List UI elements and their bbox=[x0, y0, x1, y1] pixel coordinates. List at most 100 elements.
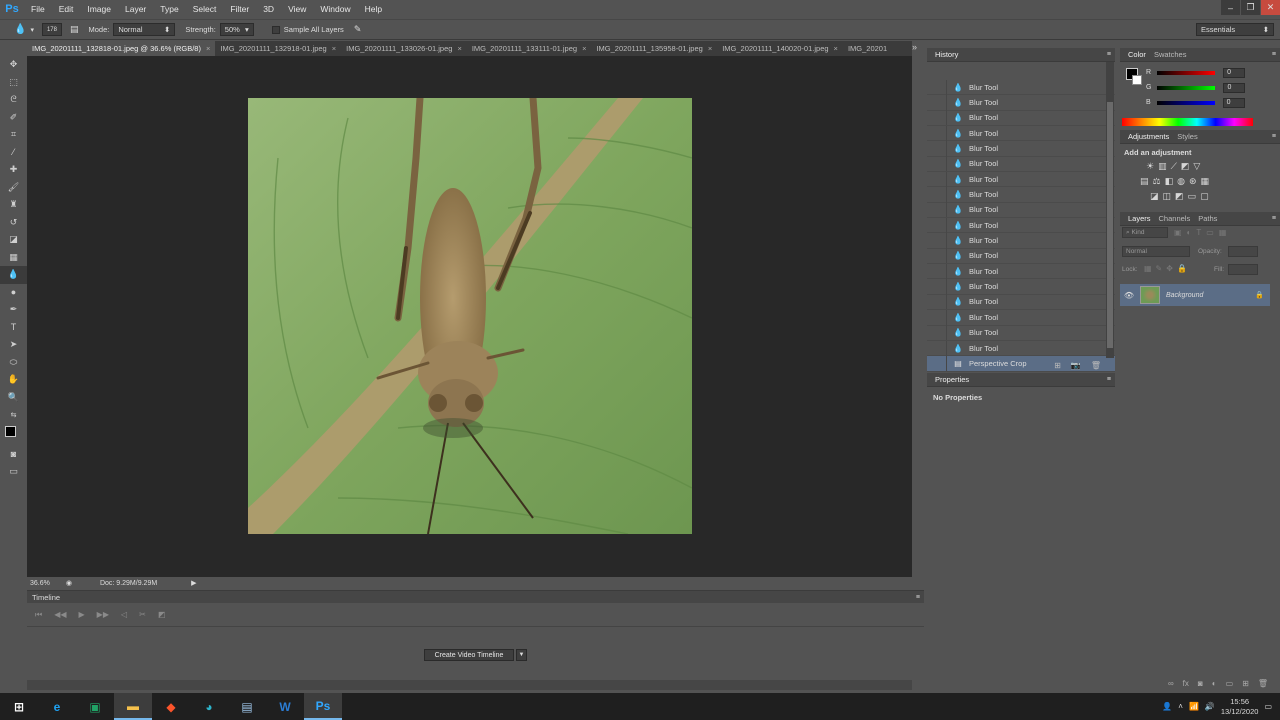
crop-tool-icon[interactable]: ⌗ bbox=[0, 126, 27, 144]
tab-color[interactable]: Color bbox=[1124, 50, 1150, 59]
menu-layer[interactable]: Layer bbox=[118, 0, 153, 18]
history-item[interactable]: 💧 Blur Tool bbox=[927, 309, 1115, 326]
layer-row-background[interactable]: 👁 Background 🔒 bbox=[1120, 284, 1270, 306]
notifications-icon[interactable]: ▭ bbox=[1264, 702, 1272, 711]
green-slider[interactable] bbox=[1157, 85, 1216, 90]
menu-type[interactable]: Type bbox=[153, 0, 185, 18]
history-item[interactable]: 💧 Blur Tool bbox=[927, 156, 1115, 173]
pressure-pen-icon[interactable]: ✎ bbox=[354, 24, 362, 35]
blue-value[interactable]: 0 bbox=[1222, 97, 1245, 108]
posterize-icon[interactable]: ◫ bbox=[1163, 191, 1172, 202]
internet-explorer-icon[interactable]: e bbox=[38, 693, 76, 720]
timeline-title[interactable]: Timeline bbox=[32, 593, 60, 602]
eraser-tool-icon[interactable]: ◪ bbox=[0, 231, 27, 249]
brave-browser-icon[interactable]: ◆ bbox=[152, 693, 190, 720]
swap-colors-icon[interactable]: ⇆ bbox=[0, 406, 27, 424]
tab-document-6[interactable]: IMG_20201111_140020-01.jpeg × bbox=[717, 41, 843, 56]
history-item[interactable]: 💧 Blur Tool bbox=[927, 294, 1115, 311]
panel-menu-icon[interactable]: ≡ bbox=[1272, 51, 1276, 58]
blend-mode-select[interactable]: Normal bbox=[1122, 246, 1190, 257]
history-brush-source[interactable] bbox=[927, 110, 947, 126]
blue-slider[interactable] bbox=[1156, 100, 1215, 105]
selective-color-icon[interactable]: ▢ bbox=[1200, 191, 1209, 202]
tab-adjustments[interactable]: Adjustments bbox=[1124, 132, 1173, 141]
history-brush-source[interactable] bbox=[927, 340, 947, 356]
document-app-icon[interactable]: ▤ bbox=[228, 693, 266, 720]
history-brush-source[interactable] bbox=[927, 279, 947, 295]
tab-document-4[interactable]: IMG_20201111_133111-01.jpeg × bbox=[467, 41, 592, 56]
network-icon[interactable]: 📶 bbox=[1189, 702, 1199, 711]
link-icon[interactable]: ∞ bbox=[1168, 679, 1174, 688]
zoom-tool-icon[interactable]: 🔍 bbox=[0, 389, 27, 407]
healing-brush-icon[interactable]: ✚ bbox=[0, 161, 27, 179]
panel-menu-icon[interactable]: ≡ bbox=[1107, 376, 1111, 383]
history-brush-source[interactable] bbox=[927, 263, 947, 279]
audio-icon[interactable]: ◁ bbox=[121, 610, 127, 619]
history-brush-source[interactable] bbox=[927, 187, 947, 203]
background-color[interactable] bbox=[1132, 75, 1142, 85]
path-select-icon[interactable]: ➤ bbox=[0, 336, 27, 354]
create-video-timeline-button[interactable]: Create Video Timeline bbox=[424, 649, 514, 661]
history-brush-source[interactable] bbox=[927, 156, 947, 172]
clock[interactable]: 15:56 13/12/2020 bbox=[1221, 697, 1259, 717]
black-white-icon[interactable]: ◧ bbox=[1165, 176, 1174, 187]
history-brush-source[interactable] bbox=[927, 217, 947, 233]
prev-frame-icon[interactable]: ◀◀ bbox=[54, 610, 66, 619]
quick-select-tool-icon[interactable]: ✐ bbox=[0, 109, 27, 127]
lasso-tool-icon[interactable]: ᘓ bbox=[0, 91, 27, 109]
curves-icon[interactable]: ⟋ bbox=[1171, 161, 1177, 172]
tab-history[interactable]: History bbox=[931, 50, 962, 59]
quick-mask-icon[interactable]: ◙ bbox=[0, 446, 27, 464]
menu-edit[interactable]: Edit bbox=[52, 0, 81, 18]
menu-3d[interactable]: 3D bbox=[256, 0, 281, 18]
menu-select[interactable]: Select bbox=[186, 0, 224, 18]
history-item[interactable]: 💧 Blur Tool bbox=[927, 95, 1115, 111]
close-icon[interactable]: × bbox=[582, 41, 586, 56]
history-brush-source[interactable] bbox=[927, 79, 947, 95]
photo-filter-icon[interactable]: ◍ bbox=[1177, 176, 1185, 187]
close-icon[interactable]: × bbox=[457, 41, 461, 56]
lock-icons[interactable]: ▦✎✥🔒 bbox=[1144, 264, 1191, 273]
dodge-tool-icon[interactable]: ● bbox=[0, 284, 27, 302]
document-image[interactable] bbox=[248, 98, 692, 534]
history-brush-icon[interactable]: ↺ bbox=[0, 214, 27, 232]
scrollbar-thumb[interactable] bbox=[1107, 102, 1113, 348]
menu-image[interactable]: Image bbox=[80, 0, 118, 18]
history-item[interactable]: 💧 Blur Tool bbox=[927, 125, 1115, 142]
history-brush-source[interactable] bbox=[927, 248, 947, 264]
color-lookup-icon[interactable]: ▦ bbox=[1201, 176, 1210, 187]
history-item[interactable]: 💧 Blur Tool bbox=[927, 171, 1115, 188]
history-brush-source[interactable] bbox=[927, 233, 947, 249]
brush-tool-icon[interactable]: 🖌 bbox=[0, 179, 27, 197]
hue-saturation-icon[interactable]: ▤ bbox=[1140, 176, 1149, 187]
brush-panel-icon[interactable]: ▤ bbox=[70, 24, 79, 35]
fill-input[interactable] bbox=[1228, 264, 1258, 275]
close-icon[interactable]: × bbox=[206, 41, 210, 56]
vibrance-icon[interactable]: ▽ bbox=[1193, 161, 1200, 172]
windows-start-icon[interactable]: ⊞ bbox=[0, 693, 38, 720]
panel-menu-icon[interactable]: ≡ bbox=[916, 594, 920, 601]
folder-icon[interactable]: ▭ bbox=[1226, 679, 1234, 688]
blur-tool-icon[interactable]: 💧 bbox=[14, 24, 26, 35]
word-icon[interactable]: W bbox=[266, 693, 304, 720]
tool-preset-chevron-icon[interactable]: ▾ bbox=[30, 26, 34, 34]
tab-styles[interactable]: Styles bbox=[1173, 132, 1201, 141]
opacity-input[interactable] bbox=[1228, 246, 1258, 257]
panel-menu-icon[interactable]: ≡ bbox=[1272, 215, 1276, 222]
history-item[interactable]: 💧 Blur Tool bbox=[927, 325, 1115, 341]
adjustment-layer-icon[interactable]: ◐ bbox=[1212, 679, 1217, 688]
history-brush-source[interactable] bbox=[927, 171, 947, 187]
play-icon[interactable]: ▶ bbox=[79, 610, 85, 619]
mask-icon[interactable]: ◙ bbox=[1198, 679, 1203, 688]
tab-document-2[interactable]: IMG_20201111_132918-01.jpeg × bbox=[215, 41, 341, 56]
zoom-level[interactable]: 36.6% bbox=[30, 580, 50, 587]
history-brush-source[interactable] bbox=[927, 95, 947, 111]
brightness-icon[interactable]: ☀ bbox=[1146, 161, 1154, 172]
foreground-color[interactable] bbox=[5, 425, 16, 437]
layer-name[interactable]: Background bbox=[1166, 292, 1203, 299]
history-item[interactable]: 💧 Blur Tool bbox=[927, 187, 1115, 203]
invert-icon[interactable]: ◪ bbox=[1150, 191, 1159, 202]
chevron-down-icon[interactable]: ▼ bbox=[516, 649, 527, 661]
screen-mode-icon[interactable]: ▭ bbox=[0, 463, 27, 481]
panel-menu-icon[interactable]: ≡ bbox=[1107, 51, 1111, 58]
